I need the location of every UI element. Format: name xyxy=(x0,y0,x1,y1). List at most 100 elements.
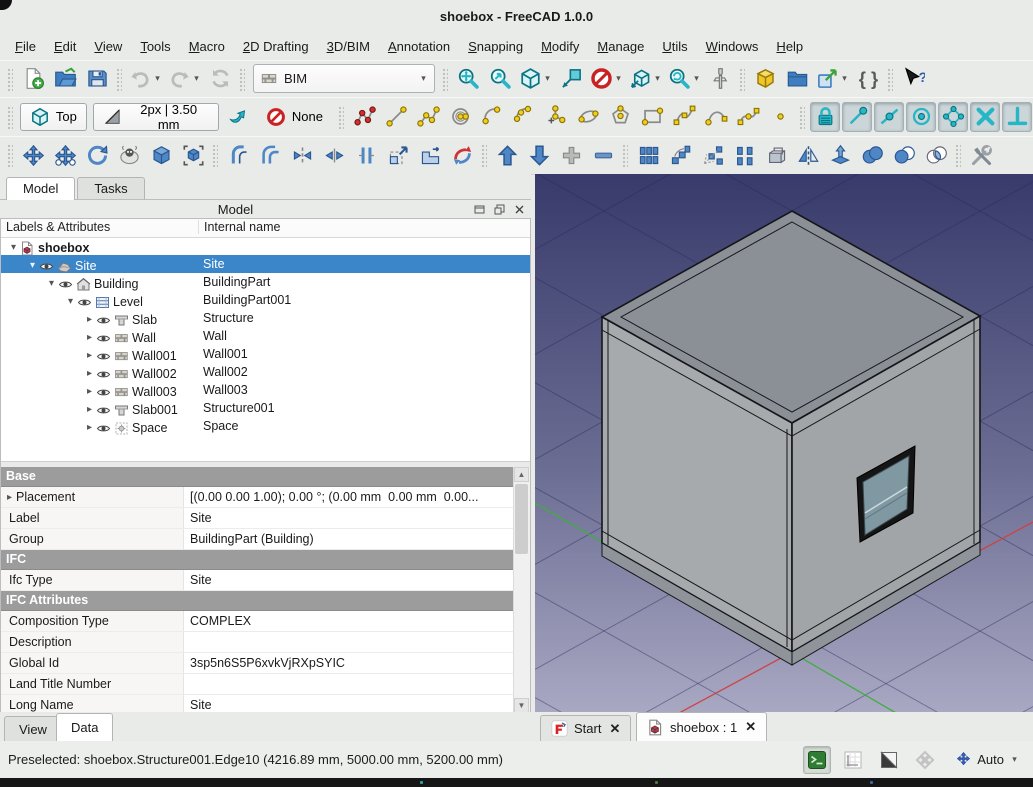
panel-float-button[interactable] xyxy=(491,202,508,217)
menu-windows[interactable]: Windows xyxy=(697,33,768,60)
visibility-eye-icon[interactable] xyxy=(96,331,111,346)
upgrade-button[interactable] xyxy=(492,140,522,170)
remove-point-button[interactable] xyxy=(588,140,618,170)
snap-midpoint-button[interactable] xyxy=(874,102,904,132)
tree-row-wall002[interactable]: ▸Wall002Wall002 xyxy=(1,363,530,381)
menu-help[interactable]: Help xyxy=(767,33,812,60)
menu-file[interactable]: File xyxy=(6,33,45,60)
draw-style-button[interactable]: ▾ xyxy=(627,64,664,94)
property-group-ifc[interactable]: IFC xyxy=(1,550,530,570)
polar-array-button[interactable] xyxy=(697,140,727,170)
clipping-plane-button[interactable]: ▾ xyxy=(588,64,625,94)
menu-view[interactable]: View xyxy=(85,33,131,60)
tab-data[interactable]: Data xyxy=(56,713,113,741)
draw-style-dropdown-icon[interactable]: ▾ xyxy=(653,73,662,84)
tab-view[interactable]: View xyxy=(4,716,62,741)
working-plane-indicator[interactable] xyxy=(839,746,867,774)
boolean-subtract-button[interactable] xyxy=(889,140,919,170)
tab-tasks[interactable]: Tasks xyxy=(77,177,144,199)
tree-row-slab001[interactable]: ▸Slab001Structure001 xyxy=(1,399,530,417)
snap-perpendicular-button[interactable] xyxy=(1002,102,1032,132)
align-view-to-selection-button[interactable] xyxy=(556,64,586,94)
line-style-button[interactable]: 2px | 3.50 mm xyxy=(93,103,219,131)
visibility-eye-icon[interactable] xyxy=(96,313,111,328)
join-button[interactable] xyxy=(319,140,349,170)
tree-row-wall001[interactable]: ▸Wall001Wall001 xyxy=(1,345,530,363)
boolean-intersect-button[interactable] xyxy=(921,140,951,170)
snap-intersection-button[interactable] xyxy=(970,102,1000,132)
split-button[interactable] xyxy=(287,140,317,170)
menu-3d-bim[interactable]: 3D/BIM xyxy=(318,33,379,60)
zoom-tools-button[interactable]: ▾ xyxy=(666,64,703,94)
property-scrollbar[interactable]: ▲ ▼ xyxy=(513,467,530,713)
draft-edit-button[interactable] xyxy=(447,140,477,170)
mirror-button[interactable] xyxy=(793,140,823,170)
menu-manage[interactable]: Manage xyxy=(588,33,653,60)
draft-bspline-button[interactable] xyxy=(669,102,699,132)
bim-setup-button[interactable] xyxy=(966,140,996,170)
open-document-button[interactable] xyxy=(50,64,80,94)
tree-row-slab[interactable]: ▸SlabStructure xyxy=(1,309,530,327)
scrollbar-thumb[interactable] xyxy=(515,484,528,554)
tree-row-site[interactable]: ▾SiteSite xyxy=(1,255,530,273)
panel-shade-button[interactable] xyxy=(471,202,488,217)
create-group-button[interactable] xyxy=(782,64,812,94)
property-value[interactable]: [(0.00 0.00 1.00); 0.00 °; (0.00 mm 0.00… xyxy=(184,487,530,507)
sketch-button[interactable] xyxy=(349,102,379,132)
menu-snapping[interactable]: Snapping xyxy=(459,33,532,60)
tree-row-shoebox[interactable]: ▾shoebox xyxy=(1,237,530,255)
menu-2d-drafting[interactable]: 2D Drafting xyxy=(234,33,318,60)
navigation-cluster[interactable] xyxy=(911,746,939,774)
undo-dropdown-icon[interactable]: ▾ xyxy=(153,73,162,84)
visibility-eye-icon[interactable] xyxy=(96,349,111,364)
property-group-base[interactable]: Base xyxy=(1,467,530,487)
visibility-eye-icon[interactable] xyxy=(39,259,54,274)
menu-utils[interactable]: Utils xyxy=(653,33,696,60)
tree-expander-icon[interactable]: ▸ xyxy=(83,419,96,437)
offset-2d-button[interactable] xyxy=(255,140,285,170)
tree-row-wall003[interactable]: ▸Wall003Wall003 xyxy=(1,381,530,399)
python-console-toggle[interactable] xyxy=(803,746,831,774)
visibility-eye-icon[interactable] xyxy=(96,421,111,436)
scale-button[interactable] xyxy=(383,140,413,170)
property-value[interactable]: COMPLEX xyxy=(184,611,530,631)
visibility-eye-icon[interactable] xyxy=(96,367,111,382)
property-group-ifc-attributes[interactable]: IFC Attributes xyxy=(1,591,530,611)
redo-button[interactable]: ▾ xyxy=(166,64,203,94)
clone-button[interactable] xyxy=(114,140,144,170)
offset-button[interactable] xyxy=(223,140,253,170)
visibility-eye-icon[interactable] xyxy=(96,403,111,418)
stretch-button[interactable] xyxy=(415,140,445,170)
tab-close-icon[interactable]: ✕ xyxy=(745,719,756,735)
simple-copy-button[interactable] xyxy=(146,140,176,170)
tab-model[interactable]: Model xyxy=(6,177,75,200)
draft-fillet-button[interactable] xyxy=(541,102,571,132)
clipping-plane-dropdown-icon[interactable]: ▾ xyxy=(614,73,623,84)
draft-point-button[interactable] xyxy=(765,102,795,132)
draft-bezier-button[interactable] xyxy=(701,102,731,132)
redo-dropdown-icon[interactable]: ▾ xyxy=(192,73,201,84)
axonometric-view-button[interactable]: ▾ xyxy=(517,64,554,94)
working-plane-view-button[interactable]: Top xyxy=(20,103,87,131)
3d-viewport[interactable] xyxy=(535,174,1033,712)
snap-lock-button[interactable] xyxy=(810,102,840,132)
navigation-style-selector[interactable]: Auto ▾ xyxy=(955,751,1019,768)
link-array-button[interactable] xyxy=(665,140,695,170)
visibility-eye-icon[interactable] xyxy=(77,295,92,310)
draft-rectangle-button[interactable] xyxy=(637,102,667,132)
halve-button[interactable] xyxy=(351,140,381,170)
rotate-button[interactable] xyxy=(82,140,112,170)
property-value[interactable]: Site xyxy=(184,508,530,528)
menu-tools[interactable]: Tools xyxy=(131,33,179,60)
toggle-draft-mode-button[interactable] xyxy=(223,102,253,132)
snap-endpoint-button[interactable] xyxy=(842,102,872,132)
visibility-eye-icon[interactable] xyxy=(58,277,73,292)
fit-selection-button[interactable] xyxy=(485,64,515,94)
downgrade-button[interactable] xyxy=(524,140,554,170)
property-value[interactable]: Site xyxy=(184,695,530,713)
draft-circle-button[interactable] xyxy=(445,102,475,132)
undo-button[interactable]: ▾ xyxy=(127,64,164,94)
create-part-button[interactable] xyxy=(750,64,780,94)
make-link-button[interactable]: ▾ xyxy=(814,64,851,94)
axonometric-view-dropdown-icon[interactable]: ▾ xyxy=(543,73,552,84)
